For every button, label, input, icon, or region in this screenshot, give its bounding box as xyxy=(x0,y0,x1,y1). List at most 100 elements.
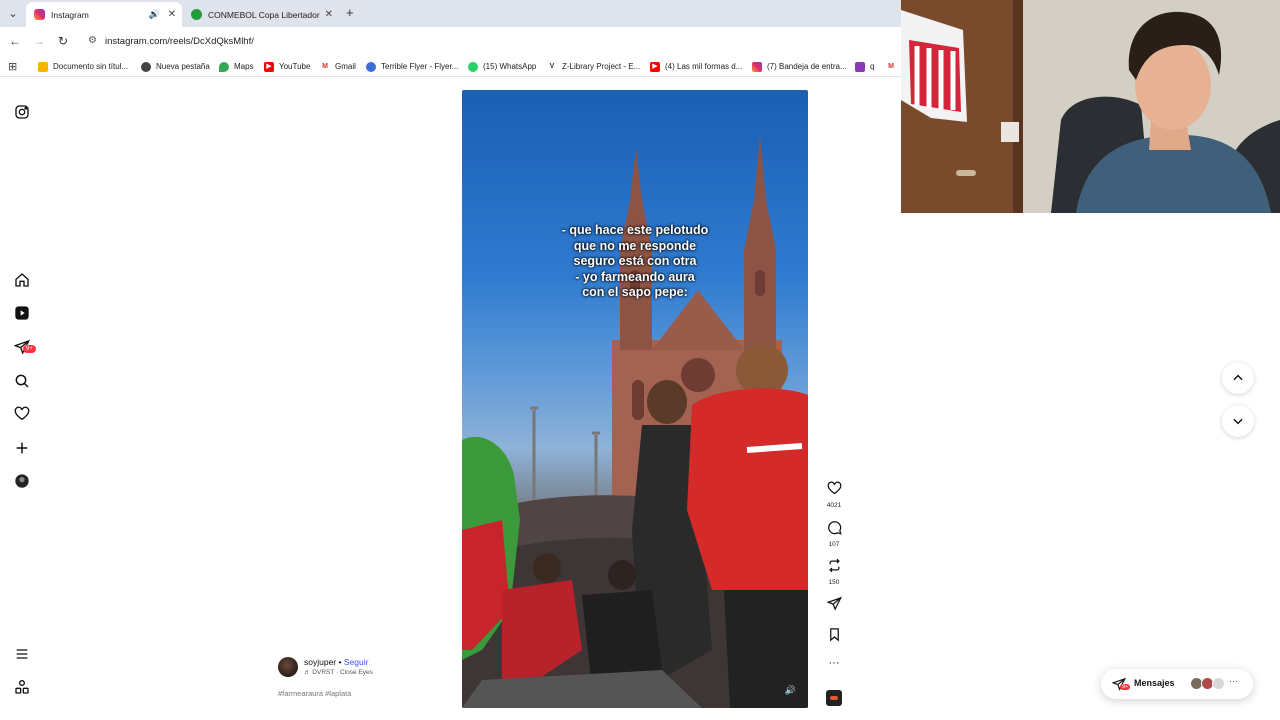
next-reel-button[interactable] xyxy=(1222,405,1254,437)
bookmark-item[interactable]: Documento sin títul... xyxy=(38,59,128,74)
bookmark-label: q xyxy=(870,62,875,71)
messages-label: Mensajes xyxy=(1134,678,1175,688)
audio-track[interactable]: ♬ DVRST · Close Eyes xyxy=(304,669,373,676)
bookmark-item[interactable]: M xyxy=(886,59,901,74)
tab-search-chevron-icon[interactable]: ⌄ xyxy=(4,5,22,23)
bookmark-item[interactable]: (15) WhatsApp xyxy=(468,59,536,74)
author-avatar[interactable] xyxy=(278,657,298,677)
more-apps-icon[interactable] xyxy=(13,678,31,696)
instagram-logo-icon[interactable] xyxy=(13,103,31,121)
bookmark-icon xyxy=(829,628,839,642)
reels-icon[interactable] xyxy=(13,304,31,322)
separator-dot: • xyxy=(338,657,342,667)
bookmark-item[interactable]: ▶ (4) Las mil formas d... xyxy=(650,59,742,74)
instagram-icon xyxy=(855,61,865,72)
bookmark-label: (15) WhatsApp xyxy=(483,62,537,71)
hamburger-menu-icon[interactable] xyxy=(13,645,31,663)
streamer-webcam-image xyxy=(901,0,1280,213)
bookmark-label: Nueva pestaña xyxy=(156,62,210,71)
maps-icon xyxy=(219,61,229,72)
comment-button[interactable]: 107 xyxy=(823,520,845,548)
save-button[interactable] xyxy=(823,627,845,647)
tab-title: Instagram xyxy=(51,9,89,20)
bookmark-label: Maps xyxy=(234,62,254,71)
contact-avatar xyxy=(1212,677,1225,690)
new-tab-button[interactable]: + xyxy=(346,5,354,20)
gmail-icon: M xyxy=(320,61,330,72)
search-icon[interactable] xyxy=(13,372,31,390)
bookmark-label: (7) Bandeja de entra... xyxy=(767,62,847,71)
chevron-down-icon xyxy=(1233,418,1243,425)
reel-video[interactable]: - que hace este pelotudo que no me respo… xyxy=(462,90,808,708)
back-arrow-icon[interactable]: ← xyxy=(7,34,23,48)
create-plus-icon[interactable] xyxy=(13,439,31,457)
cathedral-scene-image xyxy=(462,135,808,708)
like-button[interactable]: 4021 xyxy=(823,481,845,509)
forward-arrow-icon[interactable]: → xyxy=(31,34,47,48)
bookmark-item[interactable]: V Z-Library Project - E... xyxy=(547,59,640,74)
share-button[interactable] xyxy=(823,596,845,616)
tab-close-icon[interactable]: ✕ xyxy=(168,9,176,20)
bookmark-label: (4) Las mil formas d... xyxy=(665,62,743,71)
previous-reel-button[interactable] xyxy=(1222,362,1254,394)
tab-instagram[interactable]: Instagram 🔊 ✕ xyxy=(26,2,182,27)
audio-playing-icon[interactable]: 🔊 xyxy=(149,9,160,20)
repost-button[interactable]: 150 xyxy=(823,558,845,586)
volume-icon[interactable]: 🔊 xyxy=(785,685,796,696)
bookmark-label: Gmail xyxy=(335,62,356,71)
bookmarks-bar: ⊞ Documento sin títul... Nueva pestaña M… xyxy=(0,56,901,77)
bookmark-item[interactable]: M Gmail xyxy=(320,59,356,74)
apps-grid-icon[interactable]: ⊞ xyxy=(8,60,17,73)
address-bar[interactable]: ⚙ instagram.com/reels/DcXdQksMlhf/ xyxy=(80,30,895,54)
heart-icon xyxy=(827,481,841,495)
bookmark-label: Terrible Flyer - Flyer... xyxy=(381,62,459,71)
author-line: soyjuper • Seguir xyxy=(304,657,368,667)
reload-icon[interactable]: ↻ xyxy=(55,34,71,48)
gmail-icon: M xyxy=(886,61,896,72)
zlibrary-icon: V xyxy=(547,61,557,72)
follow-button[interactable]: Seguir xyxy=(344,657,369,667)
reel-caption: - que hace este pelotudo que no me respo… xyxy=(561,223,709,299)
hashtags[interactable]: #farmearaura #laplata xyxy=(278,689,351,698)
more-icon[interactable]: ··· xyxy=(1229,676,1238,686)
tab-close-icon[interactable]: ✕ xyxy=(325,9,333,20)
messages-button[interactable]: 9+ Mensajes ··· xyxy=(1101,669,1253,699)
more-options-icon[interactable]: ··· xyxy=(823,657,845,669)
home-icon[interactable] xyxy=(13,271,31,289)
like-count: 4021 xyxy=(826,502,842,509)
bookmark-item[interactable]: Terrible Flyer - Flyer... xyxy=(366,59,458,74)
audio-thumbnail[interactable] xyxy=(826,690,842,706)
instagram-favicon-icon xyxy=(34,9,45,20)
tab-conmebol[interactable]: CONMEBOL Copa Libertadores ✕ xyxy=(183,2,339,27)
bookmark-item[interactable]: (7) Bandeja de entra... xyxy=(752,59,847,74)
profile-avatar[interactable] xyxy=(13,472,31,490)
repost-icon xyxy=(828,558,840,573)
messages-badge: 9+ xyxy=(1120,684,1131,690)
globe-icon xyxy=(366,61,376,72)
bookmark-item[interactable]: Maps xyxy=(219,59,254,74)
repost-count: 150 xyxy=(828,579,840,586)
chrome-icon xyxy=(141,61,151,72)
docs-icon xyxy=(38,61,48,72)
browser-toolbar: ← → ↻ ⚙ instagram.com/reels/DcXdQksMlhf/ xyxy=(0,27,901,56)
youtube-icon: ▶ xyxy=(264,61,274,72)
comment-icon xyxy=(827,521,842,535)
tab-title: CONMEBOL Copa Libertadores xyxy=(208,9,320,20)
youtube-icon: ▶ xyxy=(650,61,660,72)
site-info-icon[interactable]: ⚙ xyxy=(88,35,97,46)
instagram-icon xyxy=(752,61,762,72)
notification-badge: 9+ xyxy=(23,345,36,353)
bookmark-item[interactable]: ▶ YouTube xyxy=(264,59,310,74)
bookmark-label: Documento sin títul... xyxy=(53,62,129,71)
whatsapp-icon xyxy=(468,61,478,72)
tab-strip: ⌄ Instagram 🔊 ✕ CONMEBOL Copa Libertador… xyxy=(0,0,901,27)
author-username[interactable]: soyjuper xyxy=(304,657,336,667)
conmebol-favicon-icon xyxy=(191,9,202,20)
bookmark-item[interactable]: q xyxy=(855,59,874,74)
webcam-overlay xyxy=(901,0,1280,213)
url-text[interactable]: instagram.com/reels/DcXdQksMlhf/ xyxy=(105,36,254,47)
bookmark-item[interactable]: Nueva pestaña xyxy=(141,59,210,74)
comment-count: 107 xyxy=(828,541,840,548)
heart-icon[interactable] xyxy=(13,405,31,423)
share-icon xyxy=(825,596,842,611)
